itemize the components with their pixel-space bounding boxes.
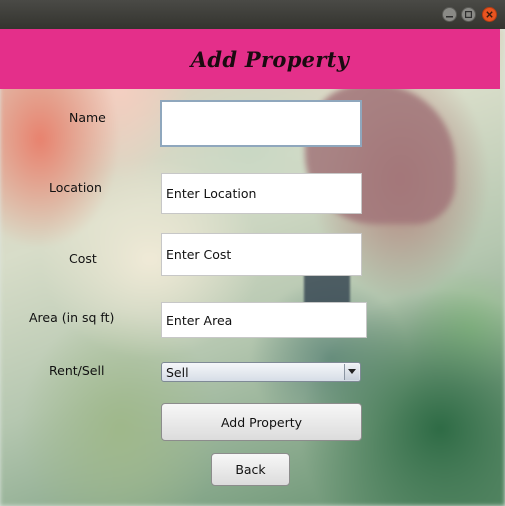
maximize-icon [465, 11, 472, 18]
app-window: Add Property Name Location Cost Area (in… [0, 0, 505, 506]
area-field[interactable] [161, 302, 367, 338]
cost-label: Cost [69, 251, 97, 266]
close-icon [486, 11, 493, 18]
maximize-button[interactable] [461, 7, 476, 22]
minimize-button[interactable] [442, 7, 457, 22]
location-field[interactable] [161, 173, 362, 214]
dropdown-arrow-button[interactable] [344, 364, 359, 380]
rent-sell-selected-value: Sell [166, 364, 189, 380]
page-title: Add Property [190, 46, 350, 72]
name-label: Name [69, 110, 106, 125]
form-panel: Add Property Name Location Cost Area (in… [0, 29, 505, 506]
close-button[interactable] [482, 7, 497, 22]
name-field[interactable] [160, 100, 362, 147]
rent-sell-select[interactable]: Sell [161, 362, 361, 382]
add-property-button[interactable]: Add Property [161, 403, 362, 441]
rent-sell-label: Rent/Sell [49, 363, 105, 378]
minimize-icon [446, 16, 453, 18]
location-label: Location [49, 180, 102, 195]
header-banner: Add Property [0, 29, 500, 89]
cost-field[interactable] [161, 233, 362, 276]
area-label: Area (in sq ft) [29, 310, 115, 325]
back-button[interactable]: Back [211, 453, 290, 486]
title-bar [0, 0, 505, 29]
chevron-down-icon [348, 369, 356, 374]
